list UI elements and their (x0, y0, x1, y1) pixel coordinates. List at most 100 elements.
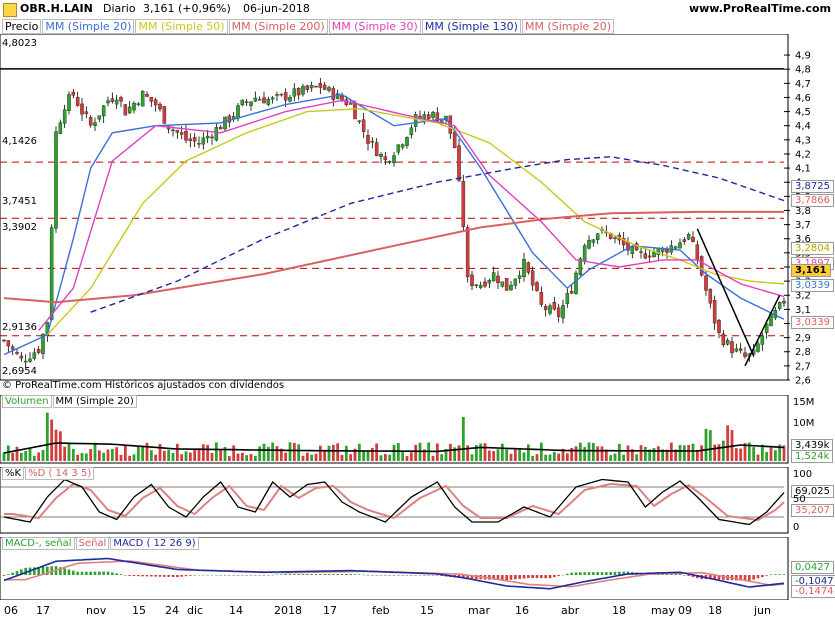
candle-body (36, 349, 41, 353)
candle-body (318, 83, 323, 88)
volume-bar (253, 456, 257, 461)
volume-bar (145, 442, 149, 461)
volume-bar (500, 443, 504, 461)
volume-legend: Volumen MM (Simple 20) (2, 395, 138, 408)
stoch-k-label[interactable]: %K (2, 467, 25, 480)
volume-bar (622, 454, 626, 461)
macd-hist-bar (288, 574, 292, 575)
volume-bar (396, 443, 400, 461)
volume-bar (262, 443, 266, 461)
price-chart[interactable]: 4,94,84,74,64,54,44,34,24,143,93,83,73,6… (0, 34, 835, 394)
candle-body (97, 115, 102, 120)
x-axis-label: feb (372, 604, 390, 617)
volume-bar (535, 454, 539, 461)
volume-bar (760, 444, 764, 461)
macd-hist-bar (353, 574, 357, 575)
macd-hist-bar (111, 572, 114, 575)
candle-body (760, 335, 765, 345)
candle-body (75, 97, 80, 106)
stochastic-chart[interactable] (0, 467, 835, 535)
candle-body (539, 291, 544, 305)
legend-mm30[interactable]: MM (Simple 30) (328, 19, 421, 34)
macd-hist-bar (427, 575, 430, 576)
macd-hist-bar (284, 574, 287, 575)
volume-bar (704, 428, 708, 461)
candle-body (171, 129, 175, 132)
candle-body (734, 348, 739, 352)
volume-bar (587, 442, 591, 461)
volume-bar (509, 453, 513, 461)
macd-hist-label[interactable]: MACD-, señal (2, 537, 75, 550)
volume-bar (41, 450, 45, 461)
candle-body (149, 96, 154, 102)
macd-hist-bar (180, 575, 183, 577)
volume-bar (271, 442, 275, 461)
legend-mm200[interactable]: MM (Simple 200) (228, 19, 328, 34)
y-tick-label: 2,6 (795, 376, 811, 387)
candle-body (340, 95, 344, 101)
symbol-label: OBR.H.LAIN (20, 2, 93, 15)
candle-body (158, 103, 162, 110)
legend-mm20b[interactable]: MM (Simple 20) (521, 19, 615, 34)
volume-bar (669, 442, 673, 461)
volume-bar (80, 453, 84, 461)
legend-mm50[interactable]: MM (Simple 50) (135, 19, 228, 34)
level-label-5: 2,9136 (2, 322, 37, 333)
volume-bar (457, 445, 461, 461)
volume-mm-label[interactable]: MM (Simple 20) (52, 395, 137, 408)
macd-hist-bar (310, 574, 313, 575)
stoch-frame (0, 467, 789, 534)
macd-hist-bar (683, 575, 686, 576)
macd-hist-bar (436, 575, 439, 576)
volume-bar (717, 444, 721, 461)
macd-hist-bar (119, 574, 123, 575)
volume-bar (331, 444, 335, 461)
volume-bar (327, 445, 331, 461)
macd-hist-bar (132, 575, 136, 577)
candle-body (374, 142, 379, 157)
macd-hist-bar (275, 574, 279, 576)
candle-body (400, 144, 405, 148)
volume-bar (45, 412, 49, 461)
macd-hist-bar (154, 575, 157, 577)
volume-bar (544, 454, 548, 461)
volume-bar (136, 446, 140, 461)
legend-mm20[interactable]: MM (Simple 20) (42, 19, 135, 34)
volume-bar (32, 455, 36, 461)
macd-hist-bar (687, 575, 690, 577)
candle-body (582, 245, 587, 262)
macd-hist-bar (756, 575, 760, 579)
volume-bar (201, 444, 205, 461)
macd-hist-bar (241, 575, 244, 576)
volume-bar (756, 454, 760, 461)
volume-bar (678, 445, 682, 461)
macd-hist-bar (280, 574, 283, 575)
candle-body (396, 144, 401, 153)
candle-body (32, 352, 37, 359)
candle-body (721, 333, 726, 346)
macd-main-label[interactable]: MACD ( 12 26 9) (110, 537, 199, 550)
legend-mm130[interactable]: MM (Simple 130) (421, 19, 521, 34)
macd-hist-bar (7, 574, 10, 575)
y-tick-label: 2,7 (795, 361, 811, 372)
level-label-2: 4,1426 (2, 136, 37, 147)
volume-title[interactable]: Volumen (2, 395, 52, 408)
volume-bar (106, 449, 110, 461)
candle-body (23, 360, 28, 363)
volume-bar (318, 445, 322, 461)
volume-bar (344, 445, 348, 461)
volume-bar (431, 455, 435, 461)
stoch-d-label[interactable]: %D ( 14 3 5) (25, 467, 95, 480)
legend-price[interactable]: Precio (2, 19, 42, 34)
volume-bar (292, 442, 296, 461)
x-axis-label: 17 (36, 604, 50, 617)
macd-hist-bar (605, 572, 608, 575)
candle-body (595, 233, 600, 240)
tag-mm200: 3,7866 (791, 194, 834, 207)
volume-bar (123, 444, 127, 461)
volume-bar (50, 419, 54, 461)
candle-body (504, 278, 509, 291)
macd-hist-bar (76, 571, 79, 575)
candle-body (257, 99, 262, 101)
macd-signal-label[interactable]: Señal (75, 537, 110, 550)
